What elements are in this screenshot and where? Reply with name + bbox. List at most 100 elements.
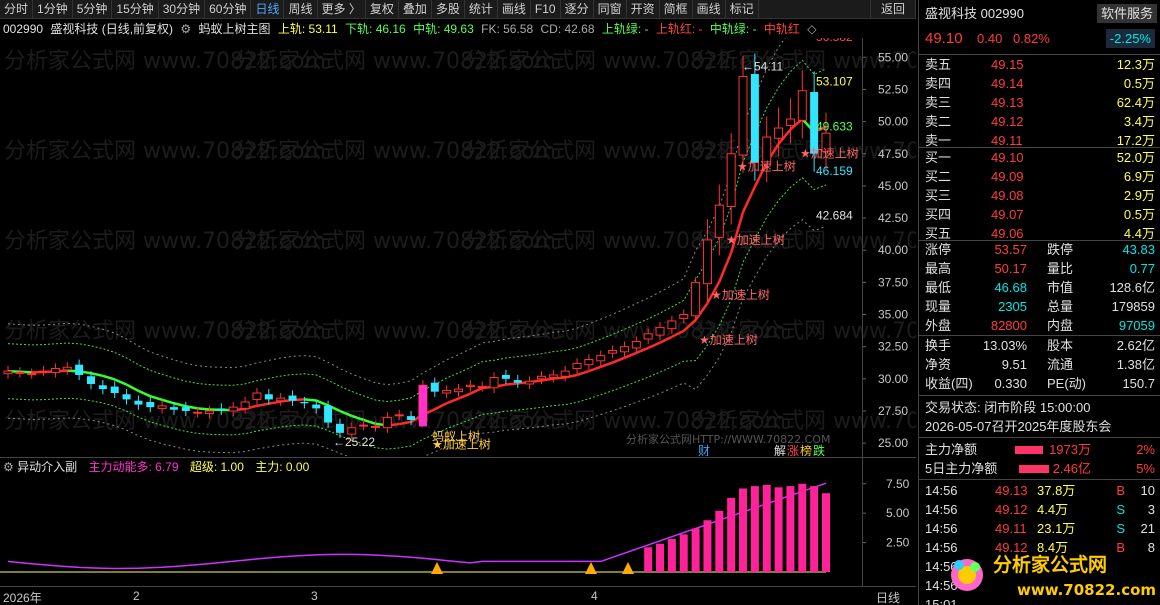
candle-body [477,386,487,389]
x-period-label[interactable]: 日线 [876,589,900,605]
price-tick-label: 50.00 [878,115,908,129]
candle-body [217,408,226,410]
tick-time: 14:56 [925,502,958,517]
toolbar-item-11[interactable]: 多股 [432,0,465,19]
sub-gear-icon[interactable]: ⚙ [3,460,14,474]
trade-status: 交易状态: 闭市阶段 15:00:00 [925,400,1091,415]
main-indicator-bar: 002990 盛视科技 (日线,前复权) ⚙ 蚂蚁上树主图 上轨: 53.11 … [0,20,916,38]
logo-url: www.70822.com [1017,581,1156,599]
toolbar-item-14[interactable]: F10 [531,0,561,19]
indicator-gear-icon[interactable]: ⚙ [180,22,191,36]
tick-direction: S [1116,521,1125,536]
candle-body [252,392,262,400]
ask-label: 卖二 [925,114,952,129]
high-price-label: ←54.11 [742,59,783,73]
tick-count: 21 [1140,521,1155,536]
flow-pct: 5% [1136,461,1155,476]
stat-label: 现量 [925,299,952,314]
tick-direction: S [1116,502,1125,517]
toolbar-item-18[interactable]: 简框 [660,0,693,19]
toolbar-item-8[interactable]: 更多 〉 [318,0,366,19]
toolbar-item-4[interactable]: 30分钟 [159,0,206,19]
candle-body [631,341,641,349]
sub-indicator-name[interactable]: 异动介入副 [17,460,77,474]
mid-band-segment [90,372,104,378]
stat2-label: 换手 [925,338,952,353]
price-tick-label: 32.50 [878,340,908,354]
finance-marker: 财 [698,444,710,456]
candle-body [371,425,381,428]
price-tick-label: 40.00 [878,243,908,257]
flow-row-1: 主力净额 1973万 2% [919,440,1160,459]
candle-body [50,368,60,373]
toolbar-item-16[interactable]: 同窗 [594,0,627,19]
x-label-apr: 4 [591,589,598,603]
stat-row: 最高 50.17 量比 0.77 [919,259,1160,278]
mid-red-label: 中轨红 [763,22,800,36]
toolbar-item-3[interactable]: 15分钟 [112,0,159,19]
stat-label: 内盘 [1047,318,1074,333]
candle-body [702,239,712,285]
tick-price: 49.11 [995,521,1027,536]
stat-label: 最高 [925,261,952,276]
candle-body [27,373,37,376]
candle-body [169,407,178,410]
toolbar-item-20[interactable]: 标记 [726,0,759,19]
stat2-label: 流通 [1047,357,1074,372]
indicator-name[interactable]: 蚂蚁上树主图 [199,22,271,36]
power-bar [667,539,676,572]
sub-indicator-bar: ⚙ 异动介入副 主力动能多: 6.79 超级: 1.00 主力: 0.00 [0,458,916,476]
stat-row: 最低 46.68 市值 128.6亿 [919,278,1160,297]
limit-down-marker: 跌 [813,443,825,456]
accel-label: ★加速上树 [800,146,859,161]
ask-volume: 62.4万 [1116,95,1155,110]
sector-button[interactable]: 软件服务 [1096,4,1157,23]
toolbar-item-0[interactable]: 分时 [0,0,34,19]
kline-chart[interactable]: 分析家公式网 www.70822.com分析家公式网 www.70822.com… [0,38,916,456]
toolbar-item-17[interactable]: 开资 [627,0,660,19]
flow-bar [1015,446,1043,454]
toolbar-item-1[interactable]: 1分钟 [33,0,73,19]
back-button[interactable]: 返回 [869,0,916,19]
toolbar-item-10[interactable]: 叠加 [399,0,432,19]
mid-value-label: 49.633 [816,119,853,133]
candle-body [430,382,439,392]
mid-band-segment [149,394,163,402]
candle-body [193,411,203,414]
stat-value: 50.17 [994,261,1027,276]
toolbar-item-6[interactable]: 日线 [251,0,285,19]
mid-green-label: 中轨绿: - [709,22,757,36]
super-label: 超级: 1.00 [189,460,244,474]
stat-row: 涨停 53.57 跌停 43.83 [919,240,1160,259]
tick-row: 14:56 49.11 23.1万 S 21 [919,519,1160,538]
toolbar-item-7[interactable]: 周线 [284,0,318,19]
period-toolbar: 分时 1分钟 5分钟 15分钟 30分钟 60分钟 日线 周线 更多 〉复权 叠加 多股 统计 画线 F1… [0,0,916,19]
toolbar-item-12[interactable]: 统计 [465,0,498,19]
accel-label: ★加速上树 [699,332,758,347]
toolbar-item-9[interactable]: 复权 [366,0,399,19]
stat-value: 128.6亿 [1109,280,1155,295]
price-tick-label: 37.50 [878,275,908,289]
candle-body [347,427,357,435]
mid-band-segment [600,361,614,369]
tick-price: 49.13 [995,483,1028,498]
candle-body [157,405,167,409]
mid-band-segment [741,186,757,213]
toolbar-item-13[interactable]: 画线 [498,0,531,19]
candle-body [62,366,72,371]
mid-band-segment [161,398,175,405]
toolbar-item-19[interactable]: 画线 [693,0,726,19]
power-bar [822,493,830,572]
candle-body [714,204,724,238]
candle-body [536,375,546,380]
mid-band-segment [268,400,281,405]
price-tick-label: 52.50 [878,82,908,96]
toolbar-item-15[interactable]: 逐分 [561,0,594,19]
stat-value: 179859 [1111,299,1155,314]
diamond-icon[interactable]: ◇ [807,22,816,36]
toolbar-item-5[interactable]: 60分钟 [205,0,252,19]
toolbar-item-2[interactable]: 5分钟 [73,0,113,19]
cd-label: CD: 42.68 [540,22,595,36]
flow-pct: 2% [1136,442,1155,457]
mid-band-segment [256,402,270,408]
